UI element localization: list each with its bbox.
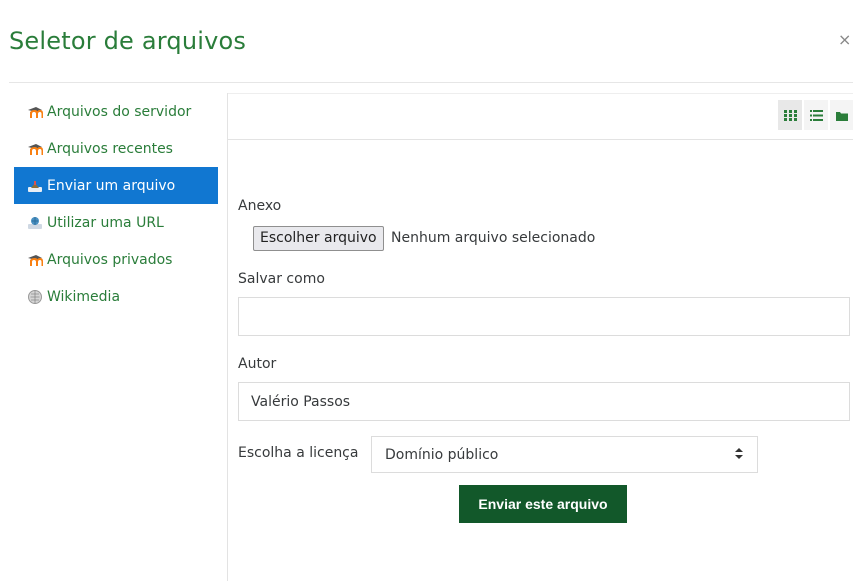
- url-icon: [27, 215, 43, 231]
- file-picker-toolbar: [228, 93, 853, 140]
- moodle-icon: [27, 141, 43, 157]
- select-arrows-icon: [735, 447, 743, 463]
- grid-icon: [783, 106, 797, 125]
- wikimedia-icon: [27, 289, 43, 305]
- view-switcher: [776, 100, 853, 130]
- header-divider: [9, 82, 853, 83]
- tree-view-button[interactable]: [830, 100, 853, 130]
- repository-sidebar: Arquivos do servidor Arquivos recentes E…: [14, 93, 218, 315]
- attachment-label: Anexo: [238, 198, 282, 214]
- choose-file-button[interactable]: Escolher arquivo: [253, 226, 384, 251]
- sidebar-item-private-files[interactable]: Arquivos privados: [14, 241, 218, 278]
- sidebar-item-use-url[interactable]: Utilizar uma URL: [14, 204, 218, 241]
- license-select[interactable]: Domínio público: [371, 436, 758, 473]
- upload-icon: [27, 178, 43, 194]
- upload-panel: Anexo Escolher arquivo Nenhum arquivo se…: [227, 93, 853, 581]
- dialog-title: Seletor de arquivos: [9, 27, 247, 55]
- sidebar-item-wikimedia[interactable]: Wikimedia: [14, 278, 218, 315]
- list-icon: [809, 106, 823, 125]
- author-label: Autor: [238, 356, 277, 372]
- sidebar-item-label: Arquivos do servidor: [47, 103, 192, 120]
- sidebar-item-server-files[interactable]: Arquivos do servidor: [14, 93, 218, 130]
- sidebar-item-label: Arquivos recentes: [47, 140, 173, 157]
- moodle-icon: [27, 252, 43, 268]
- folder-icon: [836, 106, 848, 125]
- save-as-field[interactable]: [238, 297, 850, 336]
- sidebar-item-recent-files[interactable]: Arquivos recentes: [14, 130, 218, 167]
- close-icon[interactable]: ×: [838, 30, 851, 49]
- sidebar-item-label: Enviar um arquivo: [47, 177, 176, 194]
- moodle-icon: [27, 104, 43, 120]
- upload-file-button[interactable]: Enviar este arquivo: [459, 485, 627, 523]
- sidebar-item-upload-file[interactable]: Enviar um arquivo: [14, 167, 218, 204]
- license-selected-value: Domínio público: [385, 446, 499, 463]
- icon-view-button[interactable]: [778, 100, 802, 130]
- sidebar-item-label: Arquivos privados: [47, 251, 173, 268]
- license-label: Escolha a licença: [238, 445, 359, 461]
- save-as-label: Salvar como: [238, 271, 325, 287]
- sidebar-item-label: Utilizar uma URL: [47, 214, 164, 231]
- author-field[interactable]: Valério Passos: [238, 382, 850, 421]
- file-status-text: Nenhum arquivo selecionado: [391, 230, 596, 246]
- sidebar-item-label: Wikimedia: [47, 288, 121, 305]
- list-view-button[interactable]: [804, 100, 828, 130]
